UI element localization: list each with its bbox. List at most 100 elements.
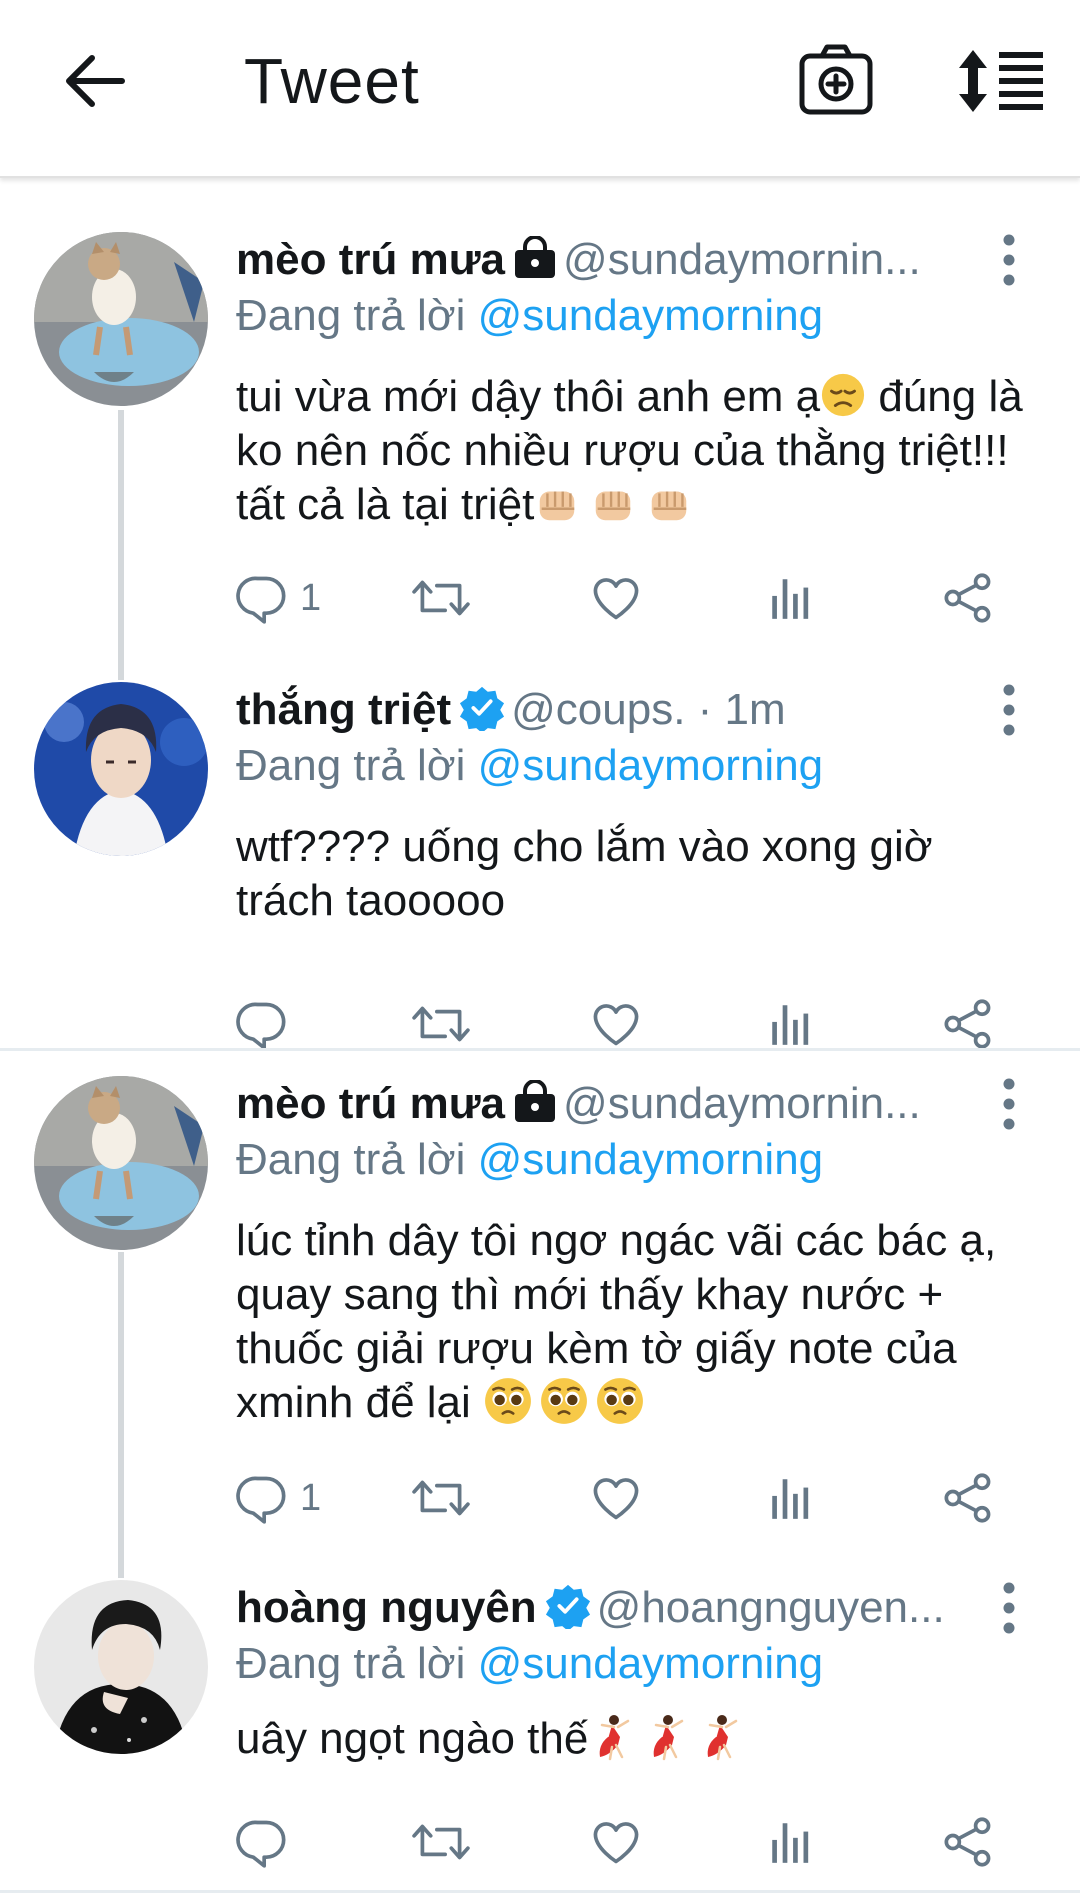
replying-to-label: Đang trả lời — [236, 291, 466, 340]
page-title: Tweet — [244, 45, 420, 117]
more-options-icon[interactable] — [996, 1074, 1022, 1134]
analytics-button[interactable] — [766, 1468, 816, 1528]
replying-to-label: Đang trả lời — [236, 1135, 466, 1184]
like-button[interactable] — [590, 1812, 642, 1872]
thread-line — [118, 410, 124, 680]
divider — [0, 1048, 1080, 1051]
share-button[interactable] — [942, 1468, 994, 1528]
heart-icon — [590, 1472, 642, 1524]
tweet-actions — [236, 994, 1026, 1054]
replying-to: Đang trả lời @sundaymorning — [236, 1636, 823, 1692]
mention-link[interactable]: @sundaymorning — [478, 741, 824, 790]
reply-icon — [236, 1816, 288, 1868]
more-options-icon[interactable] — [996, 230, 1022, 290]
heart-icon — [590, 572, 642, 624]
reply-button[interactable]: 1 — [236, 568, 321, 628]
tweet-text: tui vừa mới dậy thôi anh em ạ đúng là ko… — [236, 370, 1036, 532]
replying-to-label: Đang trả lời — [236, 1639, 466, 1688]
arrow-left-icon[interactable] — [60, 46, 130, 116]
retweet-icon — [410, 573, 472, 623]
avatar[interactable] — [34, 1580, 208, 1754]
analytics-icon — [766, 1473, 816, 1523]
user-handle: @coups. — [511, 685, 686, 734]
timestamp: · 1m — [697, 685, 786, 734]
share-icon — [942, 1816, 994, 1868]
avatar[interactable] — [34, 1076, 208, 1250]
reply-icon — [236, 998, 288, 1050]
fist-bump-emoji — [590, 480, 636, 526]
mention-link[interactable]: @sundaymorning — [478, 291, 824, 340]
top-app-bar: Tweet — [0, 0, 1080, 178]
fist-bump-emoji — [646, 480, 692, 526]
mention-link[interactable]: @sundaymorning — [478, 1135, 824, 1184]
dancer-emoji — [696, 1713, 744, 1761]
mention-link[interactable]: @sundaymorning — [478, 1639, 824, 1688]
reply-icon — [236, 572, 288, 624]
reply-icon — [236, 1472, 288, 1524]
pleading-face-emoji — [483, 1376, 533, 1426]
disappointed-face-emoji — [820, 372, 866, 418]
retweet-icon — [410, 1817, 472, 1867]
pleading-face-emoji — [595, 1376, 645, 1426]
tweet-text-part: tui vừa mới dậy thôi anh em ạ — [236, 372, 821, 421]
retweet-button[interactable] — [410, 994, 472, 1054]
retweet-button[interactable] — [410, 1812, 472, 1872]
divider — [0, 1890, 1080, 1893]
avatar[interactable] — [34, 682, 208, 856]
reply-button[interactable] — [236, 994, 300, 1054]
like-button[interactable] — [590, 568, 642, 628]
analytics-icon — [766, 999, 816, 1049]
reply-button[interactable]: 1 — [236, 1468, 321, 1528]
lock-icon — [513, 236, 557, 280]
dancer-emoji — [588, 1713, 636, 1761]
share-icon — [942, 572, 994, 624]
display-name[interactable]: mèo trú mưa — [236, 1079, 505, 1128]
tweet-actions: 1 — [236, 568, 1026, 628]
heart-icon — [590, 1816, 642, 1868]
more-options-icon[interactable] — [996, 1578, 1022, 1638]
verified-icon — [459, 685, 505, 731]
reply-button[interactable] — [236, 1812, 300, 1872]
retweet-icon — [410, 1473, 472, 1523]
share-button[interactable] — [942, 994, 994, 1054]
like-button[interactable] — [590, 994, 642, 1054]
tweet-text: uây ngọt ngào thế — [236, 1712, 1036, 1766]
verified-icon — [545, 1583, 591, 1629]
share-button[interactable] — [942, 1812, 994, 1872]
more-options-icon[interactable] — [996, 680, 1022, 740]
analytics-icon — [766, 573, 816, 623]
like-button[interactable] — [590, 1468, 642, 1528]
analytics-button[interactable] — [766, 994, 816, 1054]
user-handle: @sundaymornin... — [563, 235, 921, 284]
sort-order-icon[interactable] — [955, 48, 1045, 114]
fist-bump-emoji — [534, 480, 580, 526]
avatar[interactable] — [34, 232, 208, 406]
tweet-text-part: uây ngọt ngào thế — [236, 1714, 589, 1763]
analytics-button[interactable] — [766, 568, 816, 628]
heart-icon — [590, 998, 642, 1050]
share-button[interactable] — [942, 568, 994, 628]
display-name[interactable]: mèo trú mưa — [236, 235, 505, 284]
tweet-actions: 1 — [236, 1468, 1026, 1528]
replying-to-label: Đang trả lời — [236, 741, 466, 790]
display-name[interactable]: thắng triệt — [236, 685, 451, 734]
tweet-actions — [236, 1812, 1026, 1872]
share-icon — [942, 998, 994, 1050]
camera-add-icon[interactable] — [798, 42, 874, 118]
user-handle: @hoangnguyen... — [596, 1583, 945, 1632]
retweet-icon — [410, 999, 472, 1049]
dancer-emoji — [642, 1713, 690, 1761]
analytics-button[interactable] — [766, 1812, 816, 1872]
lock-icon — [513, 1080, 557, 1124]
thread-line — [118, 1252, 124, 1578]
retweet-button[interactable] — [410, 1468, 472, 1528]
tweet-text: wtf???? uống cho lắm vào xong giờ trách … — [236, 822, 933, 925]
display-name[interactable]: hoàng nguyên — [236, 1583, 537, 1632]
replying-to: Đang trả lời @sundaymorning — [236, 288, 823, 344]
retweet-button[interactable] — [410, 568, 472, 628]
user-handle: @sundaymornin... — [563, 1079, 921, 1128]
analytics-icon — [766, 1817, 816, 1867]
replying-to: Đang trả lời @sundaymorning — [236, 1132, 823, 1188]
replying-to: Đang trả lời @sundaymorning — [236, 738, 823, 794]
pleading-face-emoji — [539, 1376, 589, 1426]
